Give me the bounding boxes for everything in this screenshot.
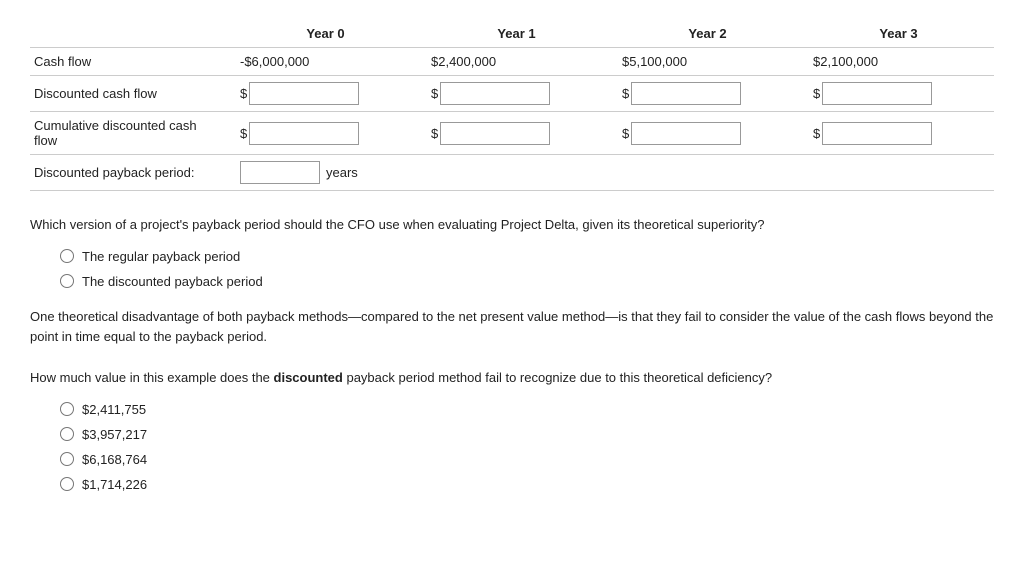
payback-period-row: Discounted payback period: years [30, 155, 994, 191]
paragraph-text: One theoretical disadvantage of both pay… [30, 307, 994, 349]
question-1-block: Which version of a project's payback per… [30, 215, 994, 289]
q2-label-a[interactable]: $2,411,755 [82, 402, 146, 417]
q2-label-b[interactable]: $3,957,217 [82, 427, 147, 442]
cash-flow-year0: -$6,000,000 [230, 48, 421, 76]
cash-flow-label: Cash flow [30, 48, 230, 76]
cum-dollar-sign-2: $ [622, 126, 629, 141]
payback-period-label: Discounted payback period: [30, 155, 230, 191]
cumulative-dcf-field-year3[interactable] [822, 122, 932, 145]
cumulative-dcf-input-year0[interactable]: $ [230, 112, 421, 155]
q2-option-d[interactable]: $1,714,226 [60, 477, 994, 492]
cumulative-dcf-label: Cumulative discounted cash flow [30, 112, 230, 155]
col-header-year0: Year 0 [230, 20, 421, 48]
cum-dollar-sign-0: $ [240, 126, 247, 141]
q2-bold-word: discounted [274, 370, 343, 385]
q1-radio-b[interactable] [60, 274, 74, 288]
q2-radio-a[interactable] [60, 402, 74, 416]
discounted-cash-flow-row: Discounted cash flow $ $ $ [30, 76, 994, 112]
dollar-sign-1: $ [431, 86, 438, 101]
q2-text-after: payback period method fail to recognize … [343, 370, 772, 385]
col-header-year3: Year 3 [803, 20, 994, 48]
discounted-cf-field-year3[interactable] [822, 82, 932, 105]
discounted-cf-input-year1[interactable]: $ [421, 76, 612, 112]
discounted-cf-field-year0[interactable] [249, 82, 359, 105]
q2-option-a[interactable]: $2,411,755 [60, 402, 994, 417]
q2-option-b[interactable]: $3,957,217 [60, 427, 994, 442]
cumulative-dcf-field-year2[interactable] [631, 122, 741, 145]
discounted-cf-field-year1[interactable] [440, 82, 550, 105]
col-header-label [30, 20, 230, 48]
discounted-cf-input-year2[interactable]: $ [612, 76, 803, 112]
q2-text-before: How much value in this example does the [30, 370, 274, 385]
dollar-sign-0: $ [240, 86, 247, 101]
cum-dollar-sign-1: $ [431, 126, 438, 141]
cumulative-dcf-input-year3[interactable]: $ [803, 112, 994, 155]
q1-label-b[interactable]: The discounted payback period [82, 274, 263, 289]
col-header-year2: Year 2 [612, 20, 803, 48]
cum-dollar-sign-3: $ [813, 126, 820, 141]
discounted-cf-label: Discounted cash flow [30, 76, 230, 112]
dcf-table: Year 0 Year 1 Year 2 Year 3 Cash flow -$… [30, 20, 994, 191]
cumulative-dcf-field-year0[interactable] [249, 122, 359, 145]
cash-flow-year1: $2,400,000 [421, 48, 612, 76]
q1-label-a[interactable]: The regular payback period [82, 249, 240, 264]
cash-flow-year3: $2,100,000 [803, 48, 994, 76]
paragraph-block: One theoretical disadvantage of both pay… [30, 307, 994, 349]
discounted-cf-input-year3[interactable]: $ [803, 76, 994, 112]
cash-flow-row: Cash flow -$6,000,000 $2,400,000 $5,100,… [30, 48, 994, 76]
payback-period-input-cell[interactable]: years [230, 155, 994, 191]
q2-label-d[interactable]: $1,714,226 [82, 477, 147, 492]
q2-label-c[interactable]: $6,168,764 [82, 452, 147, 467]
q1-option-a[interactable]: The regular payback period [60, 249, 994, 264]
question-1-text: Which version of a project's payback per… [30, 215, 994, 235]
q2-radio-b[interactable] [60, 427, 74, 441]
q2-radio-c[interactable] [60, 452, 74, 466]
dollar-sign-2: $ [622, 86, 629, 101]
q1-radio-a[interactable] [60, 249, 74, 263]
q1-option-b[interactable]: The discounted payback period [60, 274, 994, 289]
discounted-cf-field-year2[interactable] [631, 82, 741, 105]
cumulative-dcf-input-year1[interactable]: $ [421, 112, 612, 155]
question-2-text: How much value in this example does the … [30, 368, 994, 388]
cumulative-dcf-input-year2[interactable]: $ [612, 112, 803, 155]
question-2-block: How much value in this example does the … [30, 368, 994, 492]
payback-period-field[interactable] [240, 161, 320, 184]
col-header-year1: Year 1 [421, 20, 612, 48]
dollar-sign-3: $ [813, 86, 820, 101]
cumulative-dcf-field-year1[interactable] [440, 122, 550, 145]
cumulative-dcf-row: Cumulative discounted cash flow $ $ $ [30, 112, 994, 155]
payback-unit-label: years [326, 165, 358, 180]
cash-flow-year2: $5,100,000 [612, 48, 803, 76]
discounted-cf-input-year0[interactable]: $ [230, 76, 421, 112]
q2-option-c[interactable]: $6,168,764 [60, 452, 994, 467]
q2-radio-d[interactable] [60, 477, 74, 491]
